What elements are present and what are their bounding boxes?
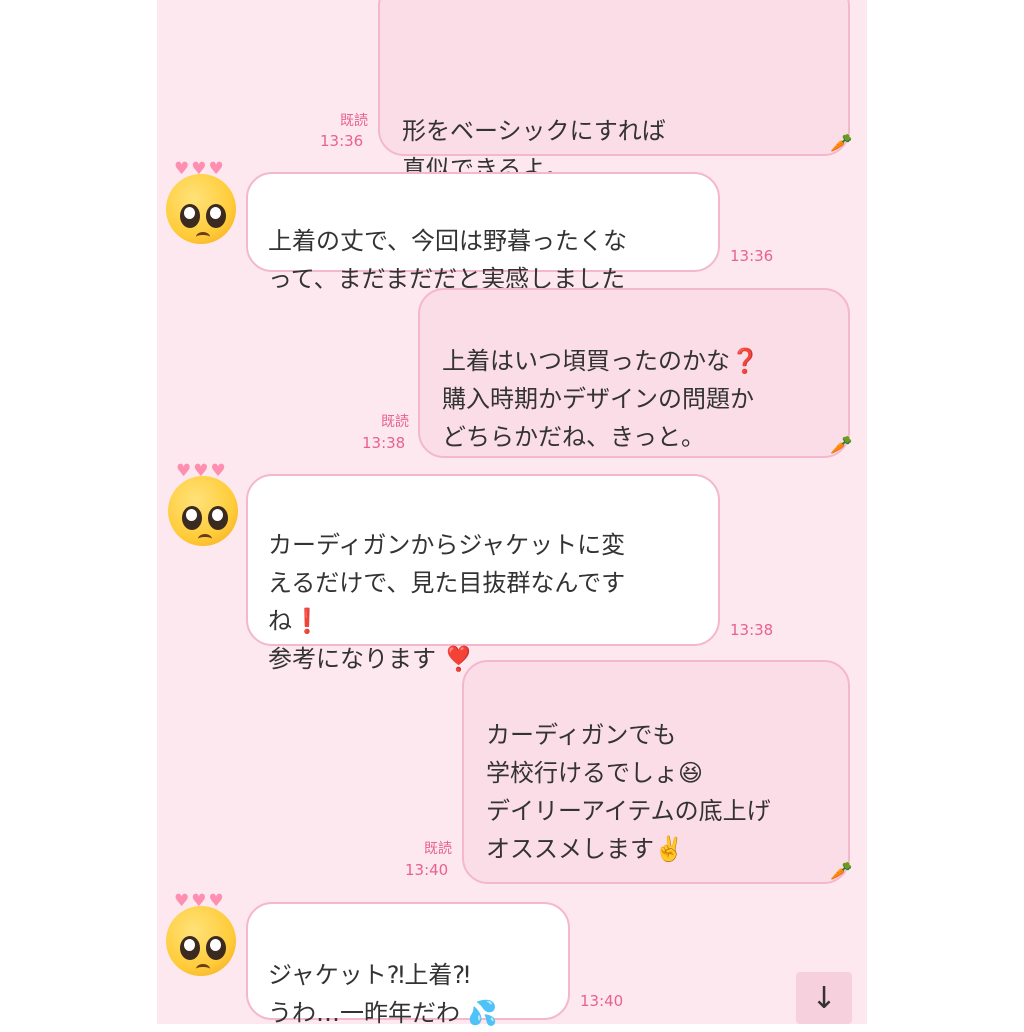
message-text: 上着の丈で、今回は野暮ったくな って、まだまだだと実感しました <box>268 227 628 293</box>
message-time: 13:36 <box>320 132 364 150</box>
avatar[interactable]: ♥♥♥ <box>160 892 246 978</box>
read-receipt: 既読 <box>424 841 452 857</box>
message-time: 13:36 <box>730 247 774 265</box>
message-bubble-incoming[interactable]: ジャケット⁈上着⁈ うわ…一昨年だわ 💦 <box>246 902 570 1027</box>
message-text: デイリーアイテムの底上げ オススメします <box>486 797 771 863</box>
carrot-icon: 🥕 <box>830 435 853 456</box>
message-text: 参考になります <box>268 645 436 673</box>
carrot-icon: 🥕 <box>830 861 853 882</box>
pleading-face-icon <box>166 906 236 976</box>
pleading-face-icon <box>166 174 236 244</box>
message-text: 上着はいつ頃買ったのかな <box>442 347 730 375</box>
message-text: カーディガンでも 学校行けるでしょ <box>486 721 678 787</box>
message-time: 13:40 <box>405 861 449 879</box>
exclamation-icon: ❗ <box>292 607 322 635</box>
message-bubble-outgoing[interactable]: 形をベーシックにすれば 真似できるよ。 <box>378 0 850 183</box>
message-time: 13:40 <box>580 992 624 1010</box>
sweat-droplets-icon: 💦 <box>467 999 498 1027</box>
arrow-down-icon: ↓ <box>811 980 837 1016</box>
avatar[interactable]: ♥♥♥ <box>160 160 246 246</box>
message-text: ジャケット⁈上着⁈ うわ…一昨年だわ <box>268 961 470 1027</box>
message-time: 13:38 <box>730 621 774 639</box>
read-receipt: 既読 <box>381 414 409 430</box>
message-time: 13:38 <box>362 434 406 452</box>
pleading-face-icon <box>168 476 238 546</box>
message-text: 購入時期かデザインの問題か どちらかだね、きっと。 <box>442 385 754 451</box>
read-receipt: 既読 <box>340 113 368 129</box>
scroll-down-button[interactable]: ↓ <box>796 972 852 1024</box>
message-bubble-outgoing[interactable]: カーディガンでも 学校行けるでしょ😆 デイリーアイテムの底上げ オススメします✌… <box>462 660 850 884</box>
message-bubble-incoming[interactable]: カーディガンからジャケットに変 えるだけで、見た目抜群なんです ね❗ 参考になりま… <box>246 474 720 673</box>
victory-hand-icon: ✌️ <box>654 835 684 863</box>
avatar[interactable]: ♥♥♥ <box>162 462 248 548</box>
question-mark-icon: ❓ <box>730 347 760 375</box>
laughing-face-icon: 😆 <box>678 759 704 787</box>
carrot-icon: 🥕 <box>830 133 853 154</box>
message-bubble-incoming[interactable]: 上着の丈で、今回は野暮ったくな って、まだまだだと実感しました <box>246 172 720 293</box>
message-bubble-outgoing[interactable]: 上着はいつ頃買ったのかな❓ 購入時期かデザインの問題か どちらかだね、きっと。 <box>418 288 850 458</box>
